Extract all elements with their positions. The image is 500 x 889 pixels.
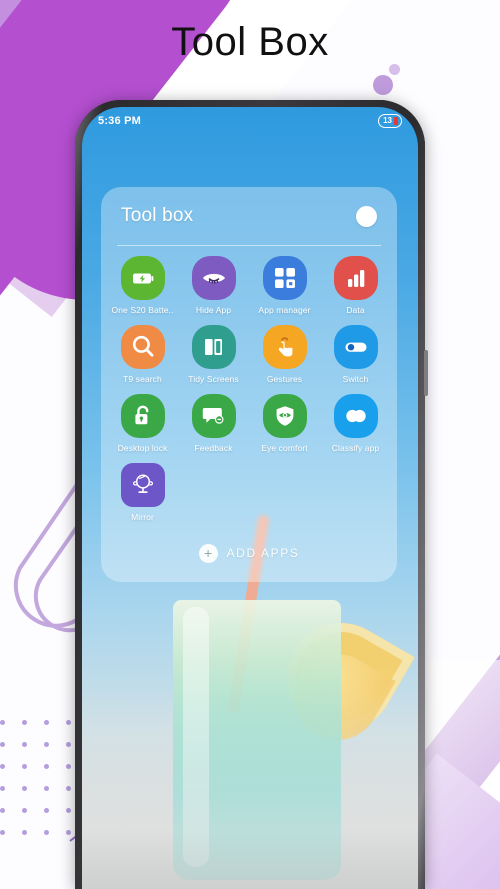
app-label: One S20 Batte.. [111,305,174,315]
app-label: T9 search [123,374,162,384]
app-tile-feedback[interactable]: Feedback [178,394,249,453]
app-label: Data [346,305,365,315]
grid-squares-icon [262,256,307,300]
app-tile-desktop-lock[interactable]: Desktop lock [107,394,178,453]
app-tile-tidy-screens[interactable]: Tidy Screens [178,325,249,384]
tool-box-card-header: Tool box [101,187,397,245]
shield-eye-icon [262,394,307,438]
tap-hand-icon [262,325,307,369]
closed-eye-icon [191,256,236,300]
app-label: Classify app [331,443,380,453]
app-label: Switch [342,374,369,384]
add-apps-button[interactable]: + ADD APPS [101,532,397,574]
two-panels-icon [191,325,236,369]
status-bar-time: 5:36 PM [98,115,141,127]
add-apps-label: ADD APPS [226,546,300,560]
page-title: Tool Box [171,20,329,64]
app-tile-t9-search[interactable]: T9 search [107,325,178,384]
app-tile-gestures[interactable]: Gestures [249,325,320,384]
app-tile-data[interactable]: Data [320,256,391,315]
vanity-mirror-icon [120,463,165,507]
app-tile-switch[interactable]: Switch [320,325,391,384]
app-label: Eye comfort [261,443,308,453]
divider [117,245,381,246]
open-padlock-icon [120,394,165,438]
battery-charging-icon [120,256,165,300]
app-tile-eye-comfort[interactable]: Eye comfort [249,394,320,453]
bar-chart-icon [333,256,378,300]
app-tile-app-manager[interactable]: App manager [249,256,320,315]
speech-bubble-minus-icon [191,394,236,438]
app-label: Gestures [266,374,303,384]
app-label: Hide App [195,305,232,315]
app-tile-mirror[interactable]: Mirror [107,463,178,522]
app-tile-classify-app[interactable]: Classify app [320,394,391,453]
overlapping-circles-icon [333,394,378,438]
tool-box-card: Tool box One S20 Batte.. Hide App App ma… [101,187,397,582]
circle-icon[interactable] [356,205,377,227]
app-grid: One S20 Batte.. Hide App App manager Dat… [101,256,397,526]
magnifier-icon [120,325,165,369]
phone-mockup: 5:36 PM 13 Tool box One S20 Batte.. Hide… [75,100,428,889]
app-label: Tidy Screens [188,374,239,384]
app-label: Feedback [194,443,233,453]
app-label: Mirror [131,512,154,522]
phone-side-button[interactable] [424,350,428,396]
app-tile-one-s20-battery[interactable]: One S20 Batte.. [107,256,178,315]
battery-fill [394,117,398,125]
battery-level-label: 13 [383,116,392,125]
app-label: App manager [258,305,311,315]
phone-screen: 5:36 PM 13 Tool box One S20 Batte.. Hide… [82,107,418,889]
toggle-on-icon [333,325,378,369]
tool-box-title: Tool box [121,205,194,226]
decor-purple-dot-large [373,75,393,95]
app-label: Desktop lock [117,443,168,453]
plus-icon: + [198,543,218,563]
wallpaper-bottom-glow [82,689,418,889]
status-bar: 5:36 PM 13 [82,107,418,135]
battery-icon: 13 [378,114,402,128]
app-tile-hide-app[interactable]: Hide App [178,256,249,315]
